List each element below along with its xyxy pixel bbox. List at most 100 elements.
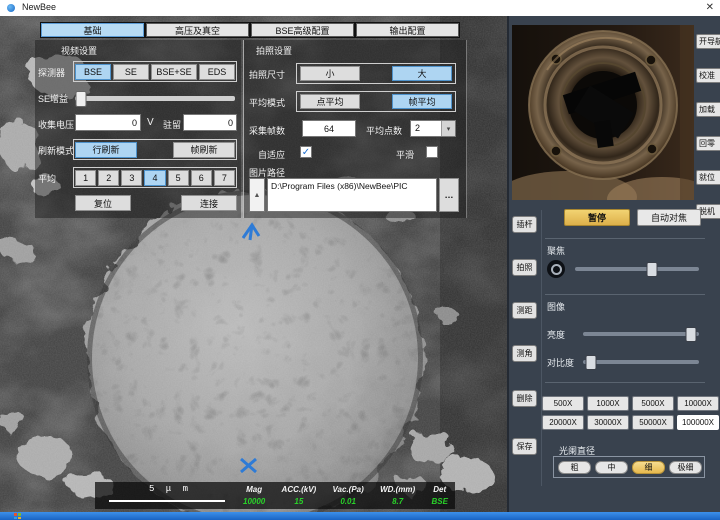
mag-5000x-button[interactable]: 5000X	[632, 396, 674, 411]
focus-label: 聚焦	[547, 244, 565, 257]
photo-settings-title: 拍照设置	[256, 44, 292, 57]
tab-hv-vacuum[interactable]: 高压及真空	[146, 23, 249, 37]
nav-open-button[interactable]: 开导航	[696, 34, 720, 49]
tab-output-config[interactable]: 输出配置	[356, 23, 459, 37]
detector-option-eds[interactable]: EDS	[199, 64, 235, 80]
calibrate-button[interactable]: 校准	[696, 68, 720, 83]
adaptive-checkbox[interactable]: ✓	[300, 146, 312, 158]
tab-basic[interactable]: 基础	[41, 23, 144, 37]
status-acc: ACC.(kV)15	[282, 485, 317, 506]
save-button[interactable]: 保存	[512, 438, 537, 455]
focus-slider-thumb[interactable]	[646, 262, 657, 277]
smooth-checkbox[interactable]	[426, 146, 438, 158]
photo-settings-panel: 拍照设置 拍照尺寸 小 大 平均模式 点平均 帧平均 采集帧数 平均点数 2 ▾…	[243, 40, 467, 218]
smooth-label: 平滑	[396, 148, 414, 161]
frames-input[interactable]	[302, 120, 356, 137]
mag-10000x-button[interactable]: 10000X	[677, 396, 719, 411]
browse-button[interactable]: …	[439, 178, 459, 212]
contrast-slider[interactable]	[583, 360, 699, 364]
reset-button[interactable]: 复位	[75, 195, 131, 211]
brightness-slider-thumb[interactable]	[685, 327, 696, 342]
aperture-medium-button[interactable]: 中	[595, 461, 628, 474]
focus-slider[interactable]	[575, 267, 699, 271]
detector-group: BSE SE BSE+SE EDS	[73, 61, 237, 82]
in-position-button[interactable]: 就位	[696, 170, 720, 185]
avg-points-label: 平均点数	[366, 124, 402, 137]
video-settings-title: 视频设置	[61, 44, 97, 57]
average-option-5[interactable]: 5	[168, 170, 189, 186]
average-option-3[interactable]: 3	[121, 170, 142, 186]
avg-points-dropdown[interactable]: 2 ▾	[410, 120, 456, 137]
average-option-2[interactable]: 2	[98, 170, 119, 186]
chamber-camera-view	[512, 25, 694, 200]
se-gain-slider-thumb[interactable]	[76, 91, 87, 107]
close-icon[interactable]: ✕	[706, 1, 714, 15]
contrast-slider-thumb[interactable]	[586, 355, 597, 370]
brightness-slider[interactable]	[583, 332, 699, 336]
refresh-option-line[interactable]: 行刷新	[75, 142, 137, 158]
avg-mode-label: 平均模式	[249, 96, 285, 109]
image-section-title: 图像	[547, 300, 565, 313]
check-icon: ✓	[302, 147, 310, 158]
app-window: NewBee ✕	[0, 0, 720, 520]
chamber-camera-image	[512, 25, 694, 200]
autofocus-button[interactable]: 自动对焦	[637, 209, 701, 226]
load-button[interactable]: 加载	[696, 102, 720, 117]
window-title: NewBee	[22, 2, 56, 12]
measure-distance-button[interactable]: 测距	[512, 302, 537, 319]
photo-size-group: 小 大	[296, 63, 456, 84]
measure-angle-button[interactable]: 测角	[512, 345, 537, 362]
path-field[interactable]: D:\Program Files (x86)\NewBee\PIC	[267, 178, 437, 212]
average-option-1[interactable]: 1	[75, 170, 96, 186]
avg-mode-point[interactable]: 点平均	[300, 94, 360, 109]
average-option-7[interactable]: 7	[214, 170, 235, 186]
delete-button[interactable]: 删除	[512, 390, 537, 407]
aperture-fine-button[interactable]: 细	[632, 461, 665, 474]
pause-button[interactable]: 暂停	[564, 209, 630, 226]
detector-option-bse-se[interactable]: BSE+SE	[151, 64, 197, 80]
home-button[interactable]: 回零	[696, 136, 720, 151]
insert-rod-button[interactable]: 插杆	[512, 216, 537, 233]
connect-button[interactable]: 连接	[181, 195, 237, 211]
windows-taskbar[interactable]	[0, 512, 720, 520]
mag-30000x-button[interactable]: 30000X	[587, 415, 629, 430]
average-option-6[interactable]: 6	[191, 170, 212, 186]
image-status-bar: 5 μ m Mag10000 ACC.(kV)15 Vac.(Pa)0.01 W…	[95, 482, 455, 509]
refresh-option-frame[interactable]: 帧刷新	[173, 142, 235, 158]
avg-mode-frame[interactable]: 帧平均	[392, 94, 452, 109]
mag-100000x-button[interactable]: 100000X	[677, 415, 719, 430]
mag-20000x-button[interactable]: 20000X	[542, 415, 584, 430]
collect-voltage-label: 收集电压	[38, 118, 74, 131]
tab-bse-advanced[interactable]: BSE高级配置	[251, 23, 354, 37]
detector-option-se[interactable]: SE	[113, 64, 149, 80]
mag-500x-button[interactable]: 500X	[542, 396, 584, 411]
mag-50000x-button[interactable]: 50000X	[632, 415, 674, 430]
control-panel: 开导航 校准 加载 回零 就位 脱机 插杆 拍照 测距 测角 删除 保存 暂停 …	[507, 16, 720, 512]
collect-voltage-unit: V	[147, 117, 154, 128]
mag-1000x-button[interactable]: 1000X	[587, 396, 629, 411]
dropdown-arrow-icon[interactable]: ▾	[441, 121, 455, 136]
divider	[545, 238, 705, 239]
focus-knob-icon[interactable]	[547, 260, 565, 278]
scale-bar	[109, 500, 225, 502]
path-pin-icon[interactable]: ▲	[249, 178, 265, 212]
size-option-large[interactable]: 大	[392, 66, 452, 81]
average-group: 1 2 3 4 5 6 7	[73, 167, 237, 188]
brightness-label: 亮度	[547, 328, 565, 341]
panel-divider-vertical	[541, 210, 542, 486]
windows-start-icon[interactable]	[14, 513, 21, 519]
size-option-small[interactable]: 小	[300, 66, 360, 81]
capture-button[interactable]: 拍照	[512, 259, 537, 276]
app-icon	[7, 4, 15, 12]
se-gain-label: SE增益	[38, 92, 68, 105]
frames-label: 采集帧数	[249, 124, 285, 137]
detector-option-bse[interactable]: BSE	[75, 64, 111, 80]
aperture-group: 粗 中 细 极细	[553, 456, 705, 478]
aperture-coarse-button[interactable]: 粗	[558, 461, 591, 474]
average-option-4[interactable]: 4	[144, 170, 165, 186]
dwell-input[interactable]	[183, 114, 237, 131]
aperture-extra-fine-button[interactable]: 极细	[669, 461, 702, 474]
divider	[545, 382, 705, 383]
collect-voltage-input[interactable]	[75, 114, 141, 131]
se-gain-slider[interactable]	[75, 96, 235, 101]
